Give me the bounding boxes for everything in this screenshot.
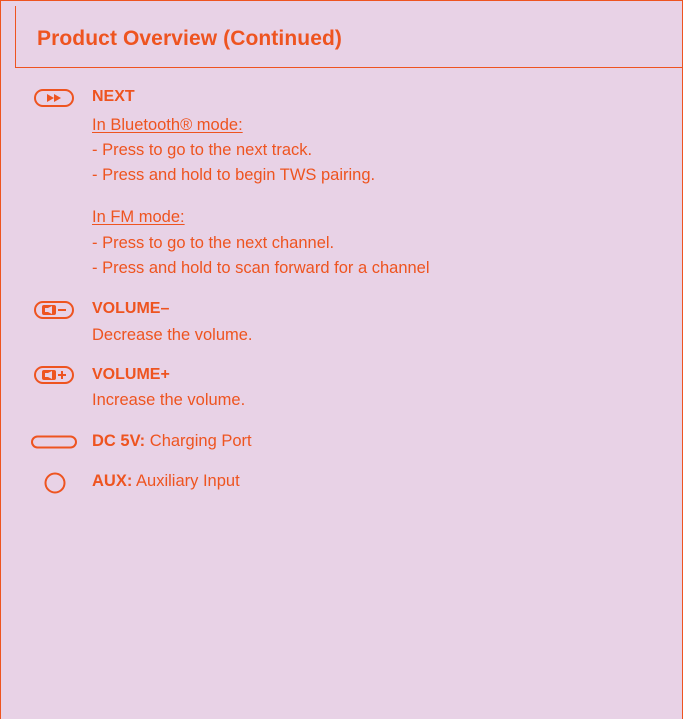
volume-down-icon — [34, 301, 74, 324]
next-label: NEXT — [92, 88, 135, 105]
aux-input-icon — [44, 472, 66, 499]
bluetooth-mode-heading: In Bluetooth® mode: — [92, 116, 243, 134]
bluetooth-line-2: - Press and hold to begin TWS pairing. — [92, 166, 376, 184]
volume-up-description: Increase the volume. — [92, 391, 246, 409]
volume-down-label: VOLUME– — [92, 300, 170, 317]
fast-forward-icon — [34, 89, 74, 112]
title-bar: Product Overview (Continued) — [15, 6, 683, 68]
dc-description: Charging Port — [149, 432, 252, 450]
volume-up-icon — [34, 366, 74, 389]
fm-line-2: - Press and hold to scan forward for a c… — [92, 259, 430, 277]
aux-label: AUX: — [92, 472, 133, 490]
aux-item: AUX: Auxiliary Input — [92, 472, 240, 491]
manual-panel: Product Overview (Continued) NEXT In Blu… — [0, 0, 683, 719]
page-title: Product Overview (Continued) — [37, 27, 342, 50]
dc-label: DC 5V: — [92, 432, 146, 450]
aux-description: Auxiliary Input — [136, 472, 240, 490]
bluetooth-line-1: - Press to go to the next track. — [92, 141, 313, 159]
volume-up-label: VOLUME+ — [92, 366, 170, 383]
charging-port-icon — [31, 435, 77, 454]
fm-line-1: - Press to go to the next channel. — [92, 234, 335, 252]
volume-down-description: Decrease the volume. — [92, 326, 253, 344]
dc-item: DC 5V: Charging Port — [92, 432, 252, 451]
fm-mode-heading: In FM mode: — [92, 208, 185, 226]
